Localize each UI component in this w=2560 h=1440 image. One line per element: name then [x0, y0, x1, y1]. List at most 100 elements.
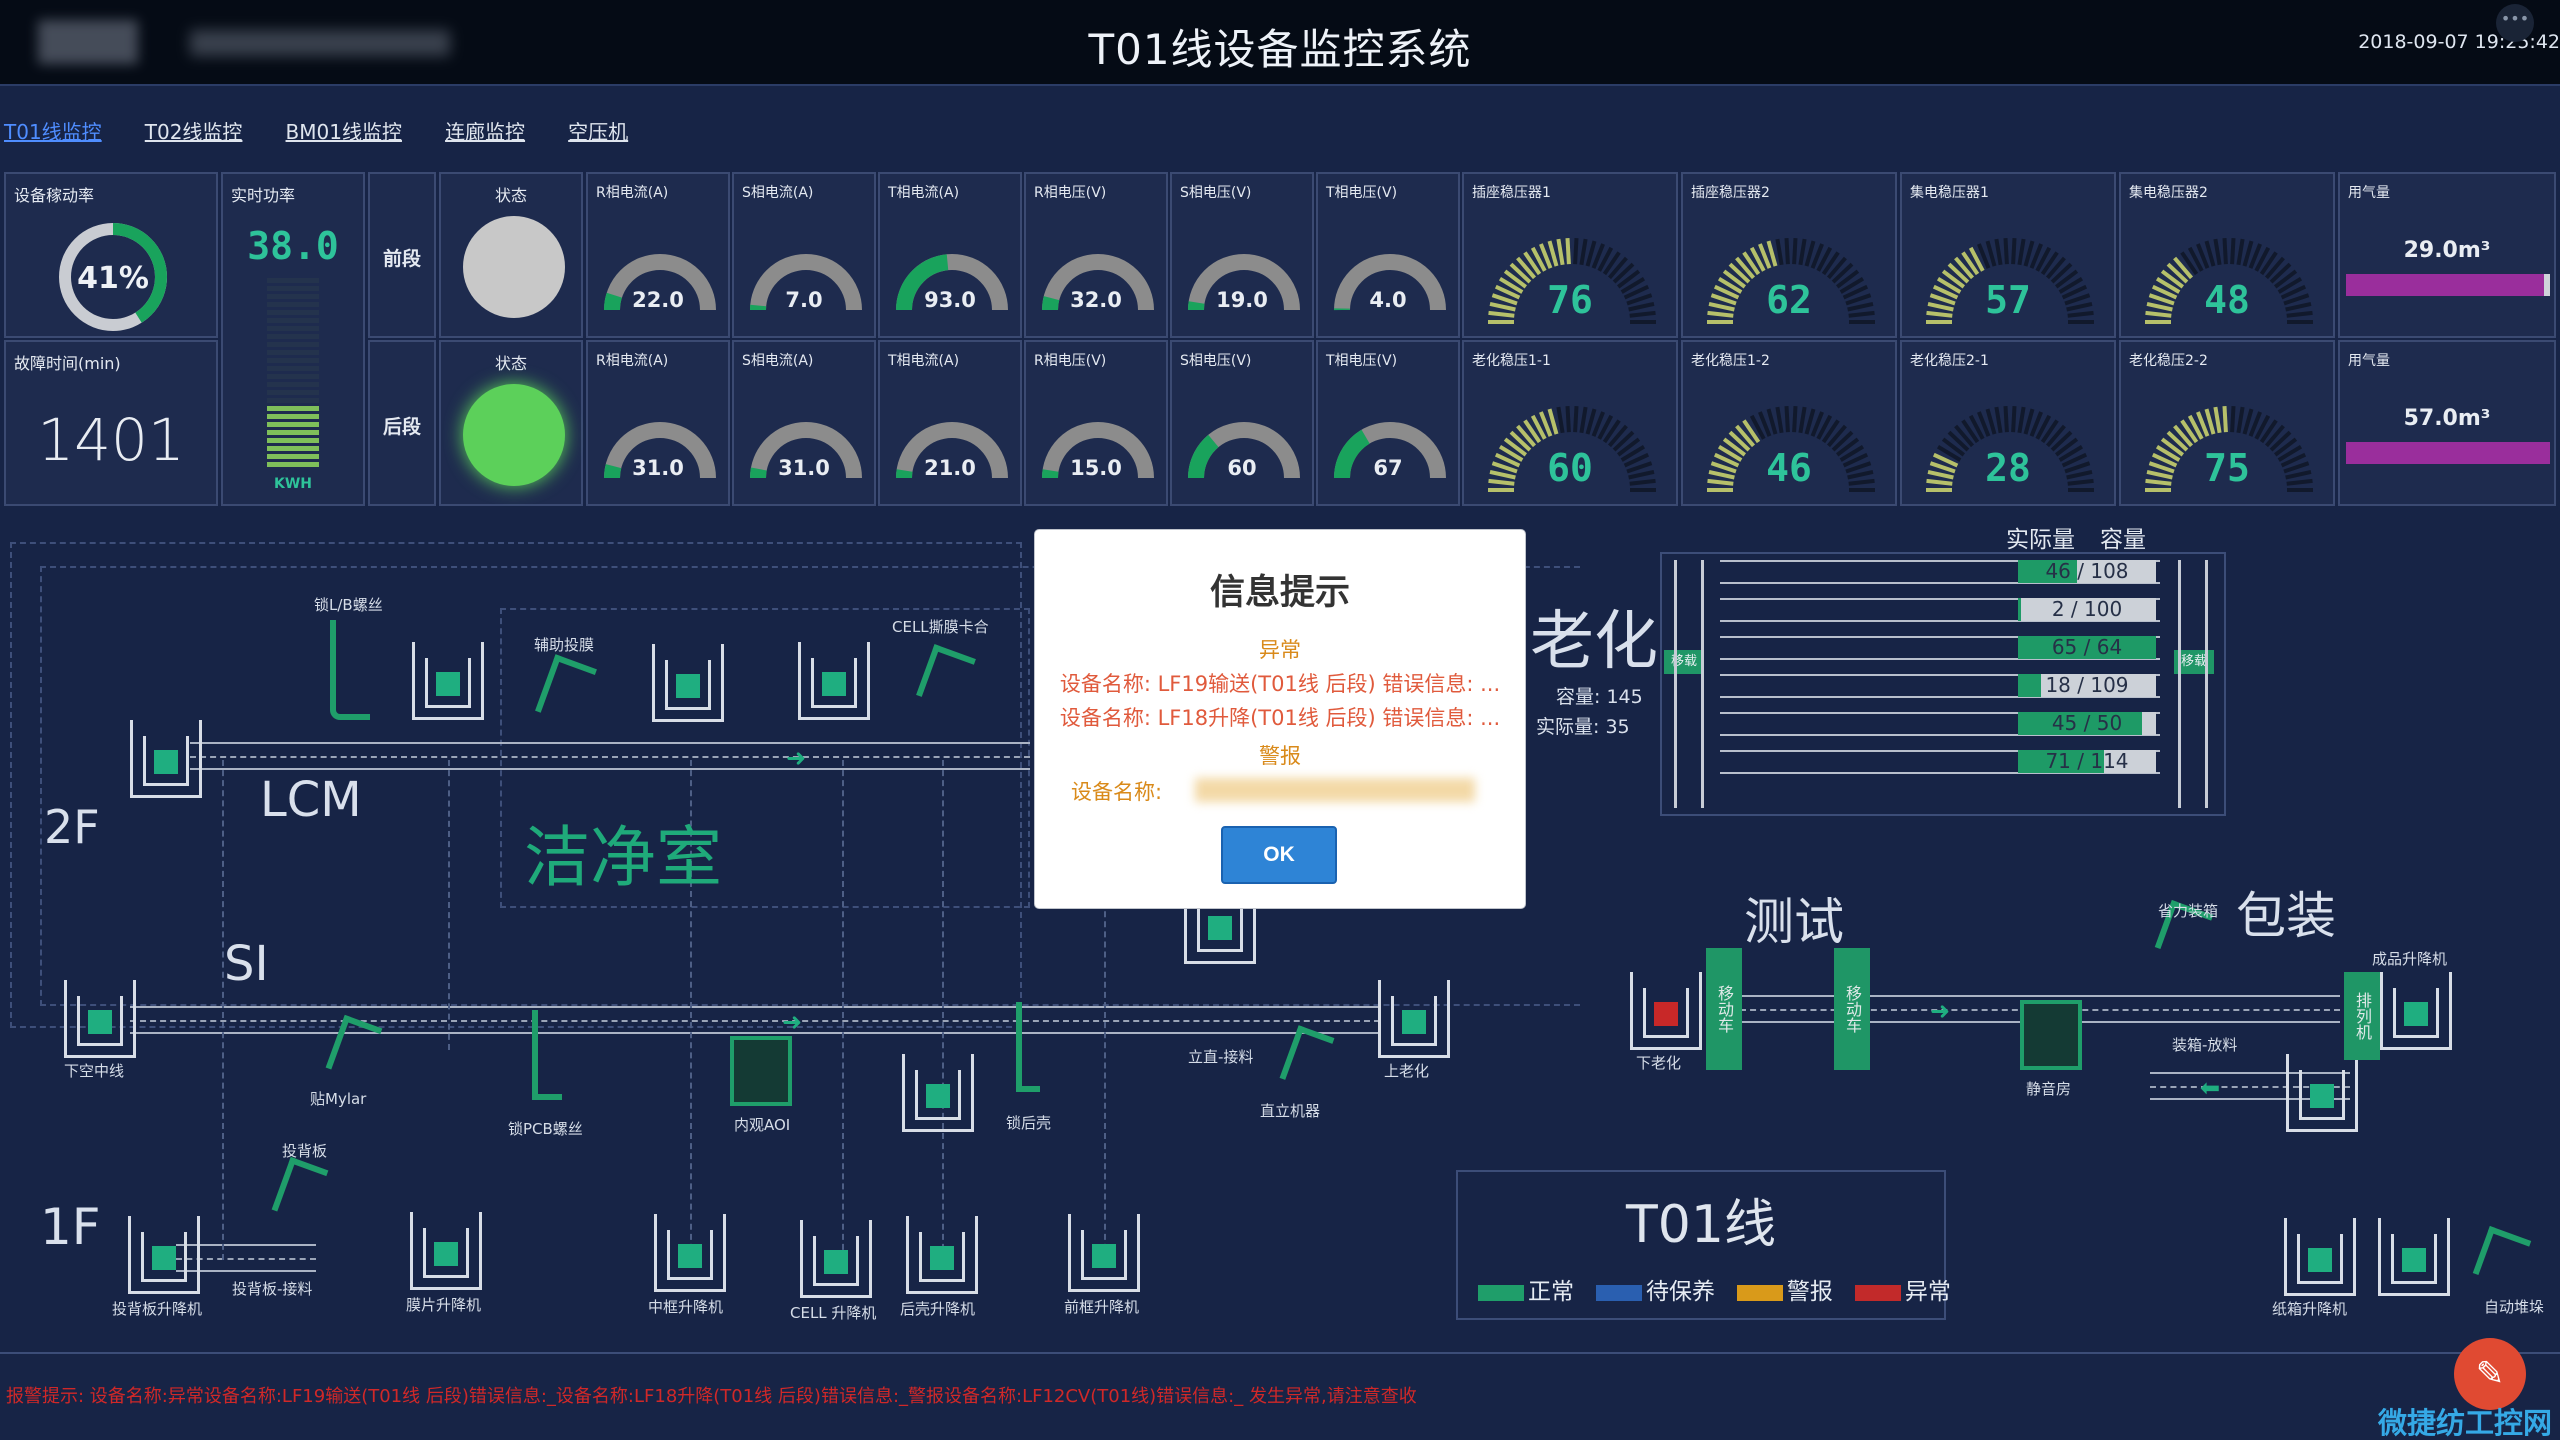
rail — [222, 760, 224, 1260]
power-meter-bar — [267, 430, 319, 435]
status-label: 状态 — [494, 354, 527, 373]
gauge-value: 7.0 — [785, 288, 823, 312]
page-title: T01线设备监控系统 — [1088, 25, 1472, 74]
sorter[interactable]: 排列机 — [2344, 972, 2380, 1060]
power-meter-bar — [267, 382, 319, 387]
aging-col-actual: 实际量 — [2006, 527, 2075, 553]
down-aging-machine[interactable] — [1630, 972, 1702, 1050]
aging-row-text: 18 / 109 — [2045, 673, 2129, 697]
power-label: 实时功率 — [231, 186, 296, 205]
alarm-line: 设备名称: — [1071, 780, 1163, 804]
downtime-label: 故障时间(min) — [14, 354, 121, 373]
power-meter-bar — [267, 406, 319, 411]
alarm-bar: 报警提示: 设备名称:异常设备名称:LF19输送(T01线 后段)错误信息:_设… — [0, 1352, 2560, 1440]
aging-rail-right — [2178, 560, 2208, 808]
label-lock-pcb: 锁PCB螺丝 — [508, 1120, 583, 1138]
stabilizer-panel: 插座稳压器2 62 — [1681, 172, 1897, 338]
label-power-box: 省力装箱 — [2158, 902, 2219, 920]
stabilizer-label: 插座稳压器2 — [1691, 185, 1770, 201]
tab-bar: T01线监控 T02线监控 BM01线监控 连廊监控 空压机 — [4, 116, 666, 146]
label-backboard-lift: 投背板升降机 — [112, 1300, 203, 1318]
backboard-lift-machine[interactable] — [128, 1216, 200, 1294]
aging-capacity-row: 46 / 108 — [2018, 560, 2156, 583]
gas-value: 57.0m³ — [2403, 406, 2491, 431]
label-silent-room: 静音房 — [2026, 1080, 2072, 1098]
midframe-lift-machine[interactable] — [654, 1214, 726, 1292]
cell-lift-machine[interactable] — [800, 1220, 872, 1298]
gauge-value: 21.0 — [924, 456, 976, 480]
robot-arm-icon — [532, 1010, 562, 1100]
aging-row-text: 71 / 114 — [2045, 749, 2129, 773]
mobile-cart-1[interactable]: 移动车 — [1706, 948, 1742, 1070]
clean-room-station-1[interactable] — [652, 644, 724, 722]
ok-button[interactable]: OK — [1221, 826, 1337, 884]
power-meter-bar — [267, 454, 319, 459]
rail — [942, 760, 944, 1260]
more-icon[interactable]: ••• — [2496, 4, 2534, 42]
lcm-station-1[interactable] — [412, 642, 484, 720]
label-auto-stack: 自动堆垛 — [2484, 1298, 2545, 1316]
frontframe-lift-machine[interactable] — [1068, 1214, 1140, 1292]
aging-row-text: 45 / 50 — [2051, 711, 2123, 735]
arrow-right-icon: ➜ — [786, 744, 807, 772]
label-midframe-lift: 中框升降机 — [648, 1298, 724, 1316]
gauge-label: T相电压(V) — [1326, 353, 1398, 369]
label-upright-machine: 直立机器 — [1260, 1102, 1321, 1120]
film-lift-machine[interactable] — [410, 1212, 482, 1290]
stabilizer-value: 57 — [1985, 278, 2031, 322]
gauge-value: 32.0 — [1070, 288, 1122, 312]
lcm-label: LCM — [260, 772, 362, 828]
gas-bar-fill — [2346, 442, 2550, 464]
stabilizer-value: 46 — [1766, 446, 1812, 490]
stabilizer-value: 76 — [1547, 278, 1593, 322]
line-name: T01线 — [1626, 1195, 1776, 1255]
gauge-panel: R相电压(V) 15.0 — [1024, 340, 1168, 506]
finished-lift-machine[interactable] — [2380, 972, 2452, 1050]
aging-capacity-row: 18 / 109 — [2018, 674, 2156, 697]
packing-return-machine[interactable] — [2286, 1054, 2358, 1132]
mobile-cart-2[interactable]: 移动车 — [1834, 948, 1870, 1070]
header-bar: T01线设备监控系统 2018-09-07 19:25:42 ••• — [0, 0, 2560, 86]
stabilizer-label: 插座稳压器1 — [1472, 185, 1551, 201]
si-station[interactable] — [902, 1054, 974, 1132]
legend-maintenance: 待保养 — [1645, 1279, 1715, 1305]
stabilizer-panel: 老化稳压1-2 46 — [1681, 340, 1897, 506]
lcm-entry-machine[interactable] — [130, 720, 202, 798]
stabilizer-value: 75 — [2204, 446, 2250, 490]
aging-capacity: 容量: 145 — [1556, 686, 1643, 708]
section-name-front: 前段 — [368, 172, 436, 338]
gas-usage-panel: 用气量 29.0m³ — [2338, 172, 2556, 338]
gauge-value: 22.0 — [632, 288, 684, 312]
gauge-label: R相电压(V) — [1034, 185, 1107, 201]
tab-t01-monitor[interactable]: T01线监控 — [4, 116, 102, 145]
stabilizer-panel: 集电稳压器2 48 — [2119, 172, 2335, 338]
tab-bm01-monitor[interactable]: BM01线监控 — [286, 116, 402, 145]
carton-lift-machine-2[interactable] — [2378, 1218, 2450, 1296]
power-meter-bar — [267, 358, 319, 363]
power-meter-bar — [267, 446, 319, 451]
clean-room-station-2[interactable] — [798, 642, 870, 720]
stabilizer-value: 62 — [1766, 278, 1812, 322]
carton-lift-machine[interactable] — [2284, 1218, 2356, 1296]
gauge-panel: T相电流(A) 93.0 — [878, 172, 1022, 338]
utilization-donut: 41% — [59, 223, 167, 331]
tab-t02-monitor[interactable]: T02线监控 — [145, 116, 243, 145]
power-meter-bar — [267, 310, 319, 315]
abnormal-heading: 异常 — [1259, 638, 1301, 662]
gas-value: 29.0m³ — [2403, 238, 2491, 263]
aging-rail-left — [1674, 560, 1704, 808]
gauge-label: R相电流(A) — [596, 353, 669, 369]
label-finished-lift: 成品升降机 — [2372, 950, 2448, 968]
tab-corridor-monitor[interactable]: 连廊监控 — [445, 116, 525, 145]
test-area-label: 测试 — [1744, 893, 1844, 951]
power-meter-bar — [267, 286, 319, 291]
lower-empty-line-machine[interactable] — [64, 980, 136, 1058]
gauge-panel: R相电流(A) 22.0 — [586, 172, 730, 338]
backshell-lift-machine[interactable] — [906, 1216, 978, 1294]
gauge-label: R相电流(A) — [596, 185, 669, 201]
gauge-panel: S相电压(V) 60 — [1170, 340, 1314, 506]
status-indicator — [463, 384, 565, 486]
up-aging-machine[interactable] — [1378, 980, 1450, 1058]
stabilizer-panel: 老化稳压2-1 28 — [1900, 340, 2116, 506]
tab-air-compressor[interactable]: 空压机 — [568, 116, 628, 145]
